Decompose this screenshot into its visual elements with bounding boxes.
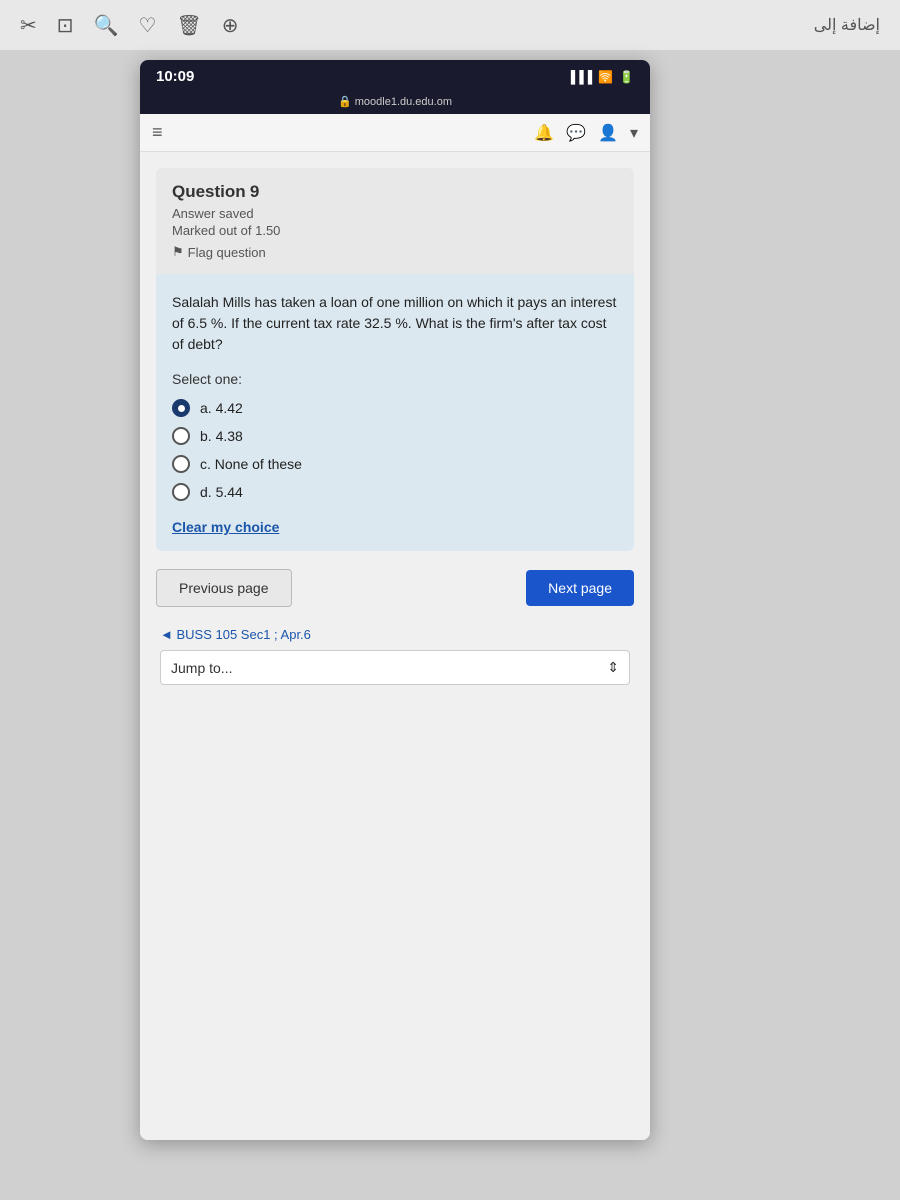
status-bar-indicators: ▐▐▐ 🛜 🔋: [567, 70, 634, 84]
question-header: Question 9 Answer saved Marked out of 1.…: [156, 168, 634, 274]
battery-icon: 🔋: [619, 70, 634, 84]
question-number: Question 9: [172, 182, 618, 202]
status-bar: 10:09 ▐▐▐ 🛜 🔋: [140, 60, 650, 93]
crop-icon: ⊡: [57, 13, 74, 38]
radio-d[interactable]: [172, 483, 190, 501]
desktop-top-bar: ✂ ⊡ 🔍 ♡ 🗑 ⊕ إضافة إلى: [0, 0, 900, 50]
desktop-top-right-text: إضافة إلى: [814, 15, 880, 35]
option-b-label: b. 4.38: [200, 428, 243, 444]
notification-icon[interactable]: 🔔: [534, 123, 554, 143]
option-b[interactable]: b. 4.38: [172, 427, 618, 445]
hamburger-icon[interactable]: ≡: [152, 122, 163, 143]
flag-question-link[interactable]: ⚑ Flag question: [172, 244, 618, 260]
signal-icon: ▐▐▐: [567, 70, 593, 84]
jump-to-arrow: ⇕: [607, 659, 619, 676]
flag-icon: ⚑: [172, 244, 184, 260]
question-num-value: 9: [250, 182, 259, 201]
jump-to-label: Jump to...: [171, 660, 232, 676]
answer-saved-status: Answer saved: [172, 206, 618, 221]
clear-choice-link[interactable]: Clear my choice: [172, 519, 279, 535]
option-d[interactable]: d. 5.44: [172, 483, 618, 501]
user-avatar[interactable]: 👤: [598, 123, 618, 143]
url-bar: 🔒 moodle1.du.edu.om: [140, 93, 650, 114]
wifi-icon: 🛜: [598, 70, 613, 84]
desktop-toolbar-icons: ✂ ⊡ 🔍 ♡ 🗑 ⊕: [20, 13, 239, 38]
nav-buttons: Previous page Next page: [156, 569, 634, 607]
url-text: moodle1.du.edu.om: [355, 96, 452, 108]
option-c-label: c. None of these: [200, 456, 302, 472]
previous-page-button[interactable]: Previous page: [156, 569, 292, 607]
option-a[interactable]: a. 4.42: [172, 399, 618, 417]
select-one-label: Select one:: [172, 371, 618, 387]
chat-icon[interactable]: 💬: [566, 123, 586, 143]
question-body: Salalah Mills has taken a loan of one mi…: [156, 274, 634, 551]
option-a-label: a. 4.42: [200, 400, 243, 416]
trash-icon: 🗑: [176, 13, 201, 38]
options-list: a. 4.42 b. 4.38 c. None of these d. 5.44: [172, 399, 618, 501]
heart-icon: ♡: [138, 13, 156, 38]
radio-b[interactable]: [172, 427, 190, 445]
browser-nav-bar: ≡ 🔔 💬 👤 ▾: [140, 114, 650, 152]
bottom-section: ◄ BUSS 105 Sec1 ; Apr.6 Jump to... ⇕: [156, 627, 634, 685]
option-d-label: d. 5.44: [200, 484, 243, 500]
phone-frame: 10:09 ▐▐▐ 🛜 🔋 🔒 moodle1.du.edu.om ≡ 🔔 💬 …: [140, 60, 650, 1140]
browser-nav-icons: 🔔 💬 👤 ▾: [534, 123, 638, 143]
flag-label: Flag question: [188, 245, 266, 260]
next-page-button[interactable]: Next page: [526, 570, 634, 606]
scissors-icon: ✂: [20, 13, 37, 38]
radio-c[interactable]: [172, 455, 190, 473]
zoom-in-icon: ⊕: [222, 13, 239, 38]
question-text: Salalah Mills has taken a loan of one mi…: [172, 292, 618, 355]
marked-out-text: Marked out of 1.50: [172, 223, 618, 238]
lock-icon: 🔒: [338, 96, 352, 108]
content-area: Question 9 Answer saved Marked out of 1.…: [140, 152, 650, 1140]
question-label: Question: [172, 182, 246, 201]
status-bar-time: 10:09: [156, 68, 194, 85]
search-rotate-icon: 🔍: [94, 13, 119, 38]
radio-a[interactable]: [172, 399, 190, 417]
dropdown-icon[interactable]: ▾: [630, 123, 638, 143]
jump-to-dropdown[interactable]: Jump to... ⇕: [160, 650, 630, 685]
back-link[interactable]: ◄ BUSS 105 Sec1 ; Apr.6: [160, 627, 630, 642]
option-c[interactable]: c. None of these: [172, 455, 618, 473]
